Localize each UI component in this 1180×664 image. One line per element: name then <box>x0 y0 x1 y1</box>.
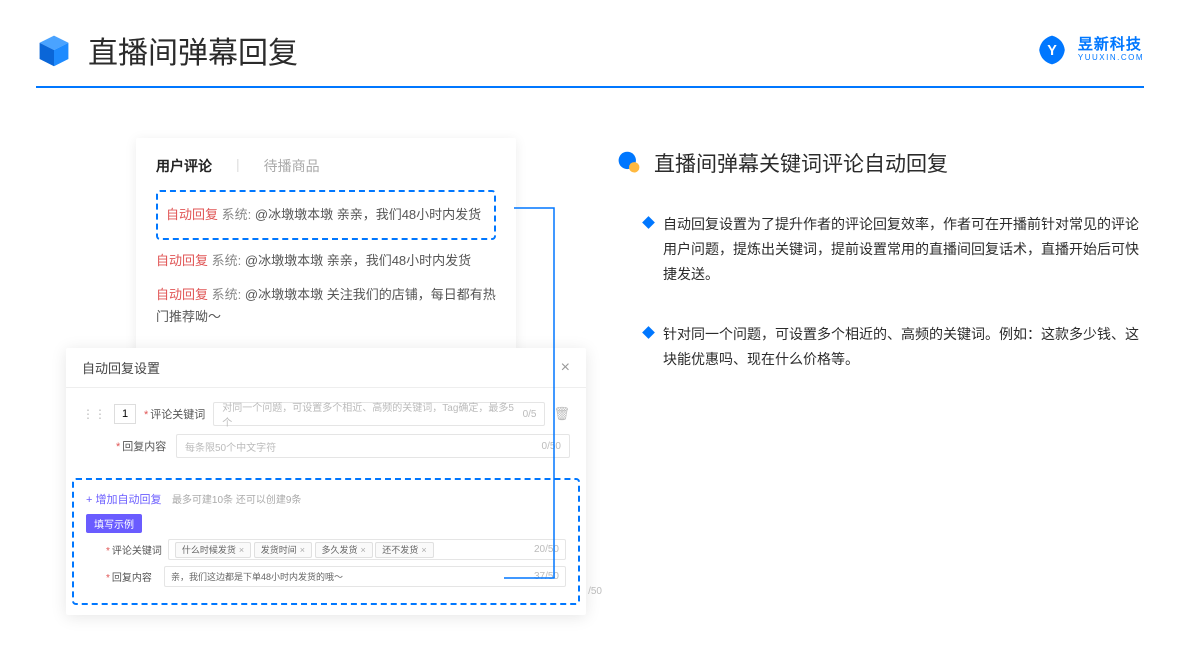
comment-row: 自动回复 系统: @冰墩墩本墩 亲亲，我们48小时内发货 <box>166 198 486 232</box>
comment-text: @冰墩墩本墩 亲亲，我们48小时内发货 <box>245 253 471 268</box>
brand-text: 昱新科技 YUUXIN.COM <box>1078 37 1144 62</box>
drag-handle-icon[interactable]: ⋮⋮ <box>82 407 106 421</box>
settings-header: 自动回复设置 × <box>66 348 586 388</box>
example-content-row: *回复内容 亲，我们这边都是下单48小时内发货的哦～ 37/50 <box>86 566 566 587</box>
example-keyword-box: 什么时候发货× 发货时间× 多久发货× 还不发货× 20/50 <box>168 539 566 560</box>
tag[interactable]: 还不发货× <box>375 542 433 558</box>
brand-logo-icon: Y <box>1036 34 1068 66</box>
add-hint: 最多可建10条 还可以创建9条 <box>172 495 301 506</box>
example-content-box: 亲，我们这边都是下单48小时内发货的哦～ 37/50 <box>164 566 566 587</box>
example-keyword-label: *评论关键词 <box>106 542 162 557</box>
content-row: *回复内容 每条限50个中文字符 0/50 <box>82 434 570 458</box>
chat-bubble-icon <box>616 150 642 176</box>
tag[interactable]: 发货时间× <box>254 542 312 558</box>
comments-tabs: 用户评论 | 待播商品 <box>156 156 496 176</box>
connector-line <box>514 208 574 588</box>
system-label: 系统: <box>222 207 252 222</box>
keyword-placeholder: 对同一个问题，可设置多个相近、高频的关键词，Tag确定，最多5个 <box>222 399 522 429</box>
tags-container: 什么时候发货× 发货时间× 多久发货× 还不发货× <box>175 543 434 556</box>
bullet-text: 针对同一个问题，可设置多个相近的、高频的关键词。例如：这款多少钱、这块能优惠吗、… <box>663 322 1140 372</box>
content-input[interactable]: 每条限50个中文字符 0/50 <box>176 434 570 458</box>
auto-reply-label: 自动回复 <box>156 287 208 302</box>
system-label: 系统: <box>212 287 242 302</box>
diamond-bullet-icon <box>642 216 655 229</box>
settings-card: 自动回复设置 × ⋮⋮ 1 *评论关键词 对同一个问题，可设置多个相近、高频的关… <box>66 348 586 615</box>
auto-reply-label: 自动回复 <box>166 207 218 222</box>
order-number: 1 <box>114 404 136 424</box>
content-placeholder: 每条限50个中文字符 <box>185 439 276 454</box>
comment-row: 自动回复 系统: @冰墩墩本墩 亲亲，我们48小时内发货 <box>156 244 496 278</box>
section-title: 直播间弹幕关键词评论自动回复 <box>654 148 948 178</box>
tab-separator: | <box>236 156 240 176</box>
cube-icon <box>36 32 72 68</box>
keyword-input[interactable]: 对同一个问题，可设置多个相近、高频的关键词，Tag确定，最多5个 0/5 <box>213 402 545 426</box>
settings-title: 自动回复设置 <box>82 358 160 377</box>
example-badge: 填写示例 <box>86 514 142 533</box>
section-heading: 直播间弹幕关键词评论自动回复 <box>616 148 1140 178</box>
system-label: 系统: <box>212 253 242 268</box>
comments-card: 用户评论 | 待播商品 自动回复 系统: @冰墩墩本墩 亲亲，我们48小时内发货… <box>136 138 516 358</box>
example-section: + 增加自动回复 最多可建10条 还可以创建9条 填写示例 *评论关键词 什么时… <box>72 478 580 605</box>
add-auto-reply-link[interactable]: + 增加自动回复 <box>86 494 161 506</box>
bullet-item: 自动回复设置为了提升作者的评论回复效率，作者可在开播前针对常见的评论用户问题，提… <box>616 212 1140 288</box>
keyword-row: ⋮⋮ 1 *评论关键词 对同一个问题，可设置多个相近、高频的关键词，Tag确定，… <box>82 402 570 426</box>
add-row: + 增加自动回复 最多可建10条 还可以创建9条 <box>86 490 566 508</box>
brand-name-en: YUUXIN.COM <box>1078 54 1144 63</box>
example-content-text: 亲，我们这边都是下单48小时内发货的哦～ <box>171 570 343 583</box>
diamond-bullet-icon <box>642 326 655 339</box>
tab-pending-goods[interactable]: 待播商品 <box>264 156 320 176</box>
brand-name-cn: 昱新科技 <box>1078 37 1144 54</box>
auto-reply-label: 自动回复 <box>156 253 208 268</box>
content-label: *回复内容 <box>116 438 168 454</box>
comment-row: 自动回复 系统: @冰墩墩本墩 关注我们的店铺，每日都有热门推荐呦～ <box>156 278 496 334</box>
bullet-item: 针对同一个问题，可设置多个相近的、高频的关键词。例如：这款多少钱、这块能优惠吗、… <box>616 322 1140 372</box>
page-title: 直播间弹幕回复 <box>88 28 298 72</box>
highlighted-comment: 自动回复 系统: @冰墩墩本墩 亲亲，我们48小时内发货 <box>156 190 496 240</box>
comment-text: @冰墩墩本墩 亲亲，我们48小时内发货 <box>255 207 481 222</box>
svg-text:Y: Y <box>1047 43 1057 59</box>
left-column: 用户评论 | 待播商品 自动回复 系统: @冰墩墩本墩 亲亲，我们48小时内发货… <box>36 138 576 406</box>
keyword-label: *评论关键词 <box>144 406 205 422</box>
tag[interactable]: 多久发货× <box>315 542 373 558</box>
page-header: 直播间弹幕回复 Y 昱新科技 YUUXIN.COM <box>0 0 1180 72</box>
outside-counter: /50 <box>588 586 602 597</box>
example-keyword-row: *评论关键词 什么时候发货× 发货时间× 多久发货× 还不发货× 20/50 <box>86 539 566 560</box>
right-column: 直播间弹幕关键词评论自动回复 自动回复设置为了提升作者的评论回复效率，作者可在开… <box>616 138 1140 406</box>
settings-body: ⋮⋮ 1 *评论关键词 对同一个问题，可设置多个相近、高频的关键词，Tag确定，… <box>66 388 586 474</box>
bullet-text: 自动回复设置为了提升作者的评论回复效率，作者可在开播前针对常见的评论用户问题，提… <box>663 212 1140 288</box>
content: 用户评论 | 待播商品 自动回复 系统: @冰墩墩本墩 亲亲，我们48小时内发货… <box>0 88 1180 406</box>
example-content-label: *回复内容 <box>106 569 158 584</box>
tab-user-comments[interactable]: 用户评论 <box>156 156 212 176</box>
brand: Y 昱新科技 YUUXIN.COM <box>1036 34 1144 66</box>
tag[interactable]: 什么时候发货× <box>175 542 251 558</box>
header-left: 直播间弹幕回复 <box>36 28 298 72</box>
